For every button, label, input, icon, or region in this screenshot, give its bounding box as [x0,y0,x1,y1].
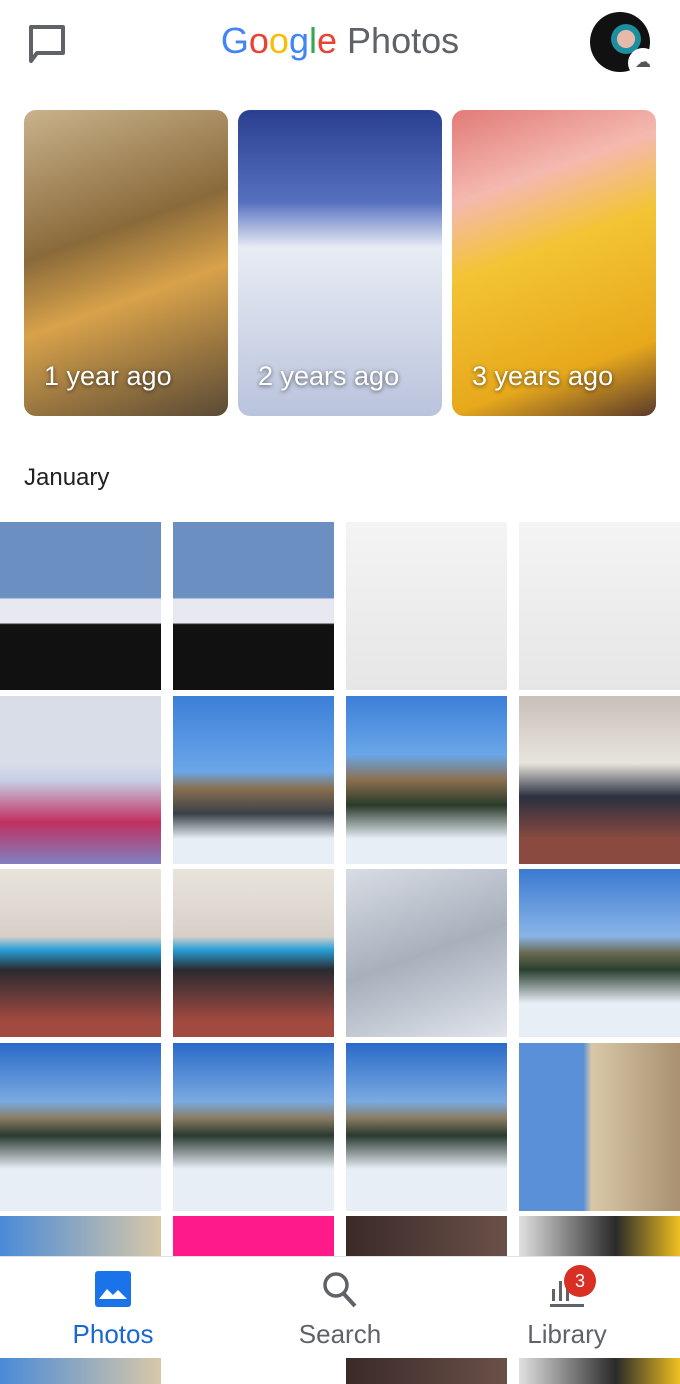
photos-icon [95,1271,131,1307]
logo-letter: o [268,20,289,61]
photo-thumbnail[interactable] [346,1042,507,1211]
photo-thumbnail[interactable] [0,695,161,864]
photo-thumbnail[interactable] [346,522,507,690]
photo-thumbnail[interactable] [0,522,161,690]
app-header: Google Photos ☁︎ [0,0,680,90]
nav-search[interactable]: Search [227,1257,453,1359]
memory-card[interactable]: 2 years ago [238,110,442,416]
photo-thumbnail[interactable] [519,695,680,864]
photo-thumbnail[interactable] [173,1042,334,1211]
logo-google: Google [221,20,337,61]
photo-thumbnail[interactable] [519,869,680,1037]
photo-thumbnail[interactable] [0,869,161,1037]
nav-label: Photos [72,1319,154,1349]
memories-carousel[interactable]: 1 year ago 2 years ago 3 years ago [24,110,656,416]
nav-photos[interactable]: Photos [0,1257,226,1359]
logo-photos: Photos [347,20,460,61]
photo-thumbnail[interactable] [346,695,507,864]
memory-card[interactable]: 3 years ago [452,110,656,416]
backup-off-icon[interactable]: ☁︎ [628,48,658,78]
memory-label: 1 year ago [44,361,172,391]
logo-letter: G [220,20,249,61]
photo-thumbnail[interactable] [173,695,334,864]
memory-card[interactable]: 1 year ago [24,110,228,416]
photo-thumbnail[interactable] [173,869,334,1037]
memory-label: 3 years ago [472,361,614,391]
search-icon [323,1272,357,1308]
nav-label: Search [298,1319,382,1349]
section-heading: January [24,464,110,491]
photo-thumbnail[interactable] [519,1042,680,1211]
google-photos-logo: Google Photos [0,20,680,62]
photo-thumbnail[interactable] [519,522,680,690]
photo-thumbnail[interactable] [346,869,507,1037]
logo-letter: o [248,20,269,61]
memory-label: 2 years ago [258,361,400,391]
photo-thumbnail[interactable] [173,522,334,690]
library-badge: 3 [564,1265,596,1297]
photo-thumbnail[interactable] [0,1042,161,1211]
logo-letter: e [316,20,338,61]
logo-letter: g [288,20,309,61]
nav-label: Library [527,1319,607,1349]
logo-letter: l [308,20,317,61]
